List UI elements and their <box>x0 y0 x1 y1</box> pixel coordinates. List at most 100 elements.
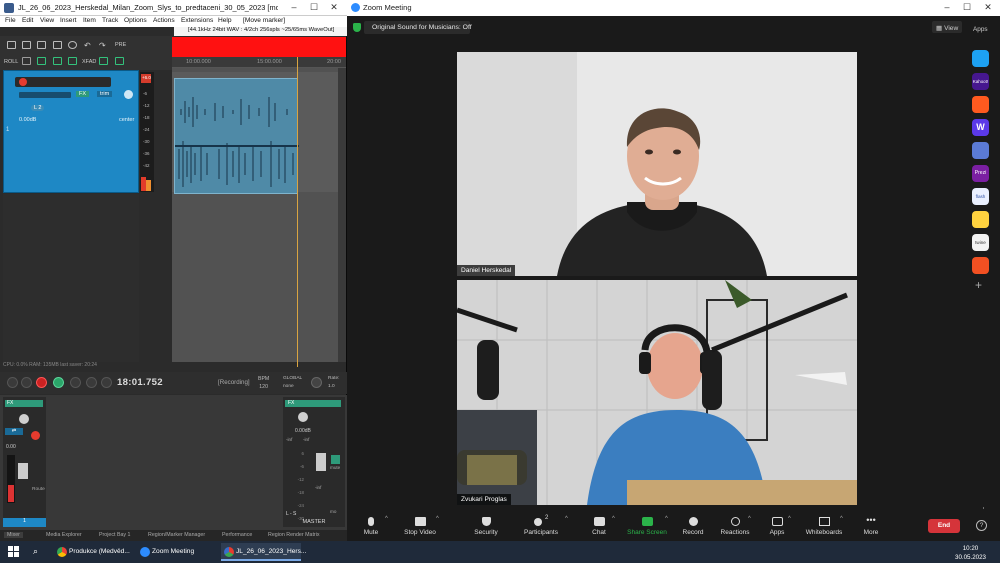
record-button[interactable] <box>36 377 47 388</box>
share-screen-button[interactable]: Share Screen <box>627 510 667 536</box>
track-control-panel[interactable]: 1 FX trim L 2 0.00dB center <box>3 70 139 193</box>
reactions-chevron-icon[interactable]: ^ <box>748 516 751 522</box>
info-icon[interactable] <box>68 41 77 49</box>
menu-help[interactable]: Help <box>218 17 232 24</box>
apps-button[interactable]: Apps <box>769 510 785 536</box>
tab-media-explorer[interactable]: Media Explorer <box>46 532 82 538</box>
whiteboards-chevron-icon[interactable]: ^ <box>840 516 843 522</box>
master-fx-button[interactable]: FX <box>285 400 341 407</box>
encryption-shield-icon[interactable] <box>353 23 361 32</box>
menu-move-marker[interactable]: [Move marker] <box>243 17 285 24</box>
menu-options[interactable]: Options <box>124 17 147 24</box>
strip-fx-button[interactable]: FX <box>5 400 43 407</box>
menu-track[interactable]: Track <box>102 17 118 24</box>
media-item[interactable] <box>174 78 299 194</box>
master-mute-label[interactable]: mute <box>330 465 340 470</box>
menu-edit[interactable]: Edit <box>22 17 33 24</box>
participants-button[interactable]: 2 Participants <box>523 510 559 536</box>
system-clock[interactable]: 10:20 30.05.2023 <box>955 544 986 562</box>
app-orange-icon[interactable] <box>972 96 989 113</box>
snap-icon[interactable] <box>37 57 46 65</box>
app-wooclap-icon[interactable]: W <box>972 119 989 136</box>
rate-knob[interactable] <box>311 377 322 388</box>
zoom-close-icon[interactable]: ✕ <box>978 2 998 13</box>
participant-video-1[interactable]: Daniel Herskedal <box>457 52 857 276</box>
crossfade-icon[interactable] <box>99 57 108 65</box>
apps-header[interactable]: Apps <box>973 26 988 33</box>
save-project-icon[interactable] <box>37 41 46 49</box>
tab-performance[interactable]: Performance <box>222 532 252 538</box>
menu-file[interactable]: File <box>5 17 16 24</box>
close-icon[interactable]: ✕ <box>324 2 344 13</box>
taskbar-item-zoom[interactable]: Zoom Meeting <box>137 543 217 561</box>
app-sticker-icon[interactable] <box>972 142 989 159</box>
project-settings-icon[interactable] <box>53 41 62 49</box>
mute-button[interactable]: Mute <box>361 510 381 536</box>
playback-rate[interactable]: Rate: 1.0 <box>328 375 339 391</box>
master-fx-enable-icon[interactable] <box>331 455 340 464</box>
master-mo-label[interactable]: mo <box>330 509 336 514</box>
track-list-empty-area[interactable] <box>3 194 139 362</box>
master-fader[interactable] <box>316 453 326 471</box>
grid-icon[interactable] <box>53 57 62 65</box>
end-meeting-button[interactable]: End <box>928 519 960 533</box>
share-chevron-icon[interactable]: ^ <box>665 516 668 522</box>
more-button[interactable]: ••• More <box>862 510 880 537</box>
stop-video-button[interactable]: Stop Video <box>402 510 438 536</box>
app-kahoot-icon[interactable]: Kahoot! <box>972 73 989 90</box>
record-button[interactable]: Record <box>682 510 704 536</box>
app-smile-icon[interactable] <box>972 211 989 228</box>
view-button[interactable]: ▦ View <box>932 21 962 33</box>
strip-pan-knob[interactable] <box>19 414 29 424</box>
trim-button[interactable]: trim <box>97 91 113 97</box>
whiteboards-button[interactable]: Whiteboards <box>805 510 843 536</box>
apps-chevron-icon[interactable]: ^ <box>788 516 791 522</box>
tab-project-bay[interactable]: Project Bay 1 <box>99 532 131 538</box>
strip-route-badge[interactable]: ⇄ <box>5 428 23 435</box>
zoom-minimize-icon[interactable]: – <box>937 2 957 12</box>
strip-fader[interactable] <box>18 463 28 479</box>
redo-icon[interactable]: ↷ <box>99 41 106 50</box>
original-sound-toggle[interactable]: Original Sound for Musicians: Off <box>364 21 472 34</box>
bpm-display[interactable]: BPM 120 <box>258 375 269 391</box>
go-to-end-icon[interactable] <box>21 377 32 388</box>
security-button[interactable]: Security <box>473 510 499 536</box>
menu-view[interactable]: View <box>40 17 54 24</box>
go-to-start-icon[interactable] <box>7 377 18 388</box>
minimize-icon[interactable]: – <box>284 2 304 12</box>
help-icon[interactable]: ? <box>976 520 987 531</box>
reaper-title-bar[interactable]: JL_26_06_2023_Herskedal_Milan_Zoom_Slys_… <box>0 0 347 16</box>
master-pan-knob[interactable] <box>298 412 308 422</box>
chat-chevron-icon[interactable]: ^ <box>612 516 615 522</box>
strip-rec-arm-icon[interactable] <box>31 431 40 440</box>
repeat-icon[interactable] <box>70 377 81 388</box>
chat-button[interactable]: Chat <box>590 510 608 536</box>
taskbar-item-reaper[interactable]: JL_26_06_2023_Hers... <box>221 543 306 561</box>
envelope-icon[interactable] <box>115 57 124 65</box>
play-button[interactable] <box>53 377 64 388</box>
search-icon[interactable]: ⌕ <box>33 546 38 557</box>
add-app-icon[interactable]: + <box>975 278 982 292</box>
zoom-title-bar[interactable]: Zoom Meeting – ☐ ✕ <box>347 0 1000 16</box>
arrange-view[interactable] <box>172 68 338 362</box>
zoom-maximize-icon[interactable]: ☐ <box>957 2 977 13</box>
app-prezi-icon[interactable]: Prezi <box>972 165 989 182</box>
global-automation[interactable]: GLOBAL none <box>283 375 302 391</box>
taskbar-item-chrome[interactable]: Produkce (Medvěd... <box>54 543 134 561</box>
app-arrow-icon[interactable] <box>972 50 989 67</box>
metronome-icon[interactable] <box>22 57 31 65</box>
participants-chevron-icon[interactable]: ^ <box>565 516 568 522</box>
menu-extensions[interactable]: Extensions <box>181 17 213 24</box>
track-name-field[interactable] <box>15 77 111 87</box>
windows-start-icon[interactable] <box>8 546 19 557</box>
reactions-button[interactable]: Reactions <box>720 510 750 536</box>
app-twine-icon[interactable]: twine <box>972 234 989 251</box>
ripple-icon[interactable] <box>68 57 77 65</box>
mixer-strip[interactable]: FX ⇄ 0.00 Route 1 <box>3 397 46 527</box>
volume-fader[interactable] <box>19 92 71 98</box>
tab-region-render-matrix[interactable]: Region Render Matrix <box>268 532 320 538</box>
tab-mixer[interactable]: Mixer <box>4 532 23 538</box>
app-office-icon[interactable] <box>972 257 989 274</box>
pan-badge[interactable]: L 2 <box>31 105 45 111</box>
vertical-scrollbar[interactable] <box>338 68 346 362</box>
